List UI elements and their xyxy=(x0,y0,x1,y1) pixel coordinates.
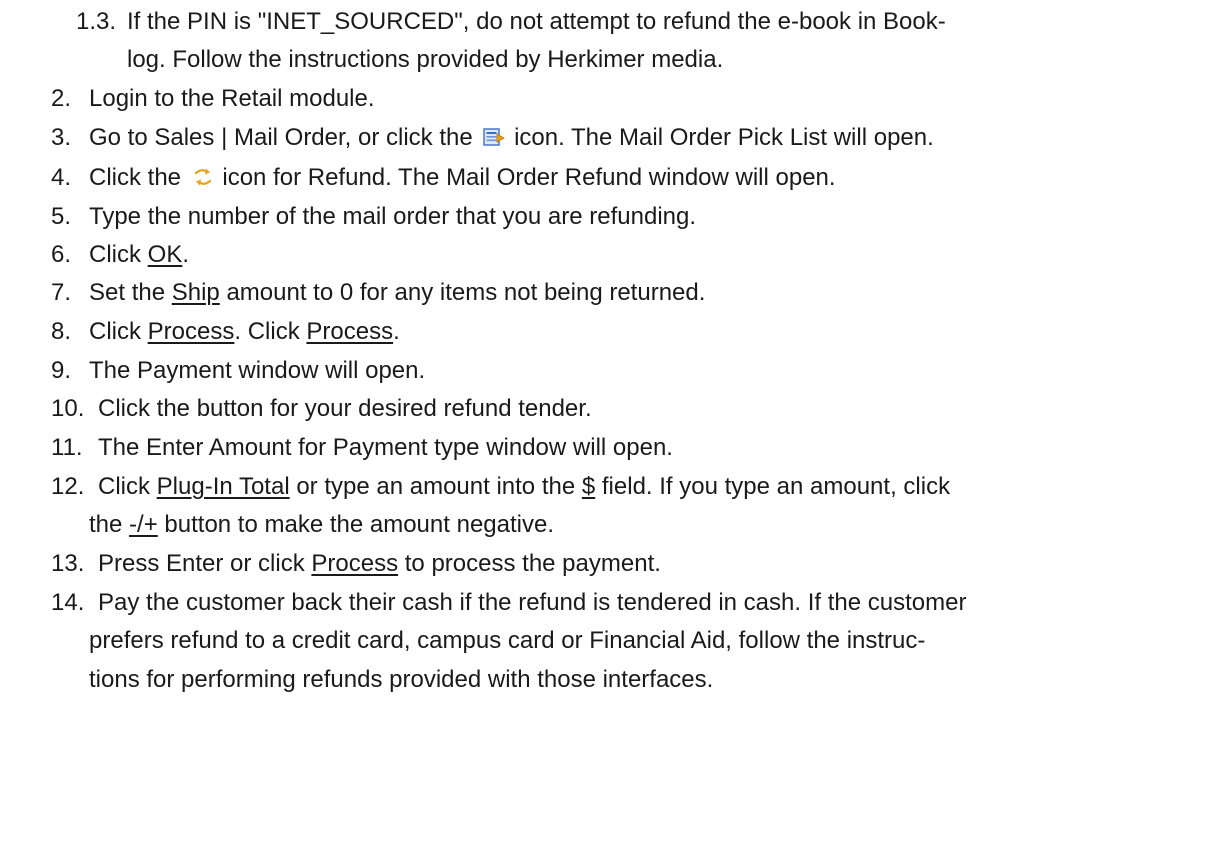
step-number: 3. xyxy=(51,124,72,151)
step-number: 12. xyxy=(51,473,85,500)
step-12-before: Click xyxy=(98,473,150,500)
refund-icon xyxy=(192,166,214,188)
step-13-text: Press Enter or click Process to process … xyxy=(98,549,661,579)
step-9-text: The Payment window will open. xyxy=(89,357,426,384)
step-12-text-cont: the -/+ button to make the amount negati… xyxy=(89,510,554,540)
dollar-field-reference: $ xyxy=(581,473,596,500)
step-number: 4. xyxy=(51,164,72,191)
step-12-middle: or type an amount into the xyxy=(296,473,576,500)
step-number: 13. xyxy=(51,550,85,577)
step-2-text: Login to the Retail module. xyxy=(89,85,375,112)
step-8-middle: . Click xyxy=(234,318,300,345)
plug-in-total-reference: Plug-In Total xyxy=(156,473,290,500)
step-number: 2. xyxy=(51,85,72,112)
step-7-before: Set the xyxy=(89,279,166,306)
step-4-text-before: Click the xyxy=(89,164,182,191)
process-reference: Process xyxy=(147,318,235,345)
step-8-after: . xyxy=(393,318,400,345)
step-4-text: Click the icon for Refund. The Mail Orde… xyxy=(89,163,836,193)
step-7-text: Set the Ship amount to 0 for any items n… xyxy=(89,278,705,308)
step-12-line2-after: button to make the amount negative. xyxy=(164,511,554,538)
step-number: 5. xyxy=(51,203,72,230)
process-reference: Process xyxy=(311,550,399,577)
step-number: 1.3. xyxy=(76,8,117,35)
step-number: 10. xyxy=(51,395,85,422)
step-12-after: field. If you type an amount, click xyxy=(601,473,951,500)
step-11-text: The Enter Amount for Payment type window… xyxy=(98,434,673,461)
step-number: 6. xyxy=(51,241,72,268)
step-13-after: to process the payment. xyxy=(404,550,661,577)
step-6-after: . xyxy=(182,241,190,268)
step-6-before: Click xyxy=(89,241,141,268)
step-12-text: Click Plug-In Total or type an amount in… xyxy=(98,472,950,502)
step-number: 14. xyxy=(51,589,85,616)
step-1-3-text: If the PIN is "INET_SOURCED", do not att… xyxy=(127,8,946,35)
step-5-text: Type the number of the mail order that y… xyxy=(89,203,697,230)
process-reference: Process xyxy=(306,318,394,345)
ship-reference: Ship xyxy=(171,279,220,306)
step-6-text: Click OK. xyxy=(89,240,189,270)
step-number: 9. xyxy=(51,357,72,384)
step-3-text-before: Go to Sales | Mail Order, or click the xyxy=(89,124,473,151)
step-8-before: Click xyxy=(89,318,141,345)
step-number: 8. xyxy=(51,318,72,345)
step-14-text-cont2: tions for performing refunds provided wi… xyxy=(89,666,714,693)
plus-minus-reference: -/+ xyxy=(129,511,158,538)
step-number: 11. xyxy=(51,434,83,461)
step-1-3-text-cont: log. Follow the instructions provided by… xyxy=(127,46,724,73)
step-7-after: amount to 0 for any items not being retu… xyxy=(226,279,706,306)
step-3-text-after: icon. The Mail Order Pick List will open… xyxy=(514,124,934,151)
step-10-text: Click the button for your desired refund… xyxy=(98,395,592,422)
step-14-text: Pay the customer back their cash if the … xyxy=(98,589,967,616)
step-8-text: Click Process. Click Process. xyxy=(89,317,400,347)
step-13-before: Press Enter or click xyxy=(98,550,305,577)
step-number: 7. xyxy=(51,279,72,306)
step-14-text-cont: prefers refund to a credit card, campus … xyxy=(89,627,926,654)
step-4-text-after: icon for Refund. The Mail Order Refund w… xyxy=(222,164,836,191)
step-3-text: Go to Sales | Mail Order, or click the i… xyxy=(89,123,934,153)
mail-order-icon xyxy=(483,126,506,148)
step-12-line2-before: the xyxy=(89,511,123,538)
ok-reference: OK xyxy=(147,241,183,268)
